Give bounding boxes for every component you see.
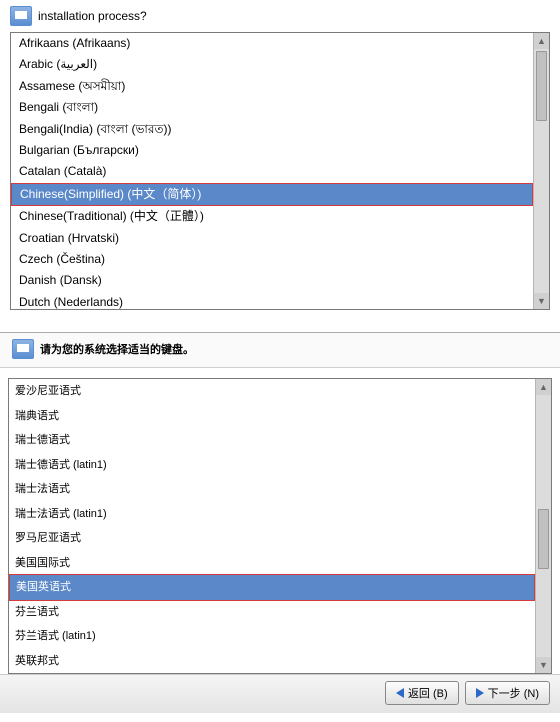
language-header-text: installation process?	[38, 9, 147, 23]
language-option[interactable]: Bulgarian (Български)	[11, 140, 533, 161]
language-scrollbar[interactable]: ▲ ▼	[533, 33, 549, 309]
scroll-down-icon[interactable]: ▼	[534, 293, 549, 309]
language-header-row: installation process?	[10, 6, 550, 26]
keyboard-option[interactable]: 瑞士德语式 (latin1)	[9, 453, 535, 478]
panel-gap	[0, 310, 560, 332]
keyboard-option[interactable]: 英联邦式	[9, 649, 535, 674]
keyboard-option-highlight: 美国英语式	[9, 574, 535, 601]
arrow-left-icon	[396, 688, 404, 698]
language-option[interactable]: Dutch (Nederlands)	[11, 292, 533, 309]
keyboard-option[interactable]: 罗马尼亚语式	[9, 526, 535, 551]
next-button-label: 下一步 (N)	[488, 685, 539, 701]
language-panel: installation process? Afrikaans (Afrikaa…	[0, 0, 560, 310]
language-option[interactable]: Arabic (العربية)	[11, 54, 533, 75]
keyboard-panel: 请为您的系统选择适当的键盘。 爱沙尼亚语式瑞典语式瑞士德语式瑞士德语式 (lat…	[0, 332, 560, 713]
scroll-thumb[interactable]	[538, 509, 549, 569]
keyboard-option[interactable]: 芬兰语式 (latin1)	[9, 624, 535, 649]
keyboard-option[interactable]: 瑞士德语式	[9, 428, 535, 453]
language-option[interactable]: Croatian (Hrvatski)	[11, 228, 533, 249]
scroll-thumb[interactable]	[536, 51, 547, 121]
keyboard-header-row: 请为您的系统选择适当的键盘。	[0, 332, 560, 368]
language-option[interactable]: Assamese (অসমীয়া)	[11, 76, 533, 97]
language-option[interactable]: Bengali(India) (বাংলা (ভারত))	[11, 119, 533, 140]
keyboard-option[interactable]: 美国英语式	[10, 575, 534, 600]
language-option[interactable]: Afrikaans (Afrikaans)	[11, 33, 533, 54]
keyboard-option[interactable]: 爱沙尼亚语式	[9, 379, 535, 404]
keyboard-option[interactable]: 瑞士法语式	[9, 477, 535, 502]
keyboard-header-text: 请为您的系统选择适当的键盘。	[40, 341, 194, 357]
keyboard-scrollbar[interactable]: ▲ ▼	[535, 379, 551, 673]
arrow-right-icon	[476, 688, 484, 698]
keyboard-option[interactable]: 芬兰语式	[9, 600, 535, 625]
next-button[interactable]: 下一步 (N)	[465, 681, 550, 705]
language-listbox[interactable]: Afrikaans (Afrikaans)Arabic (العربية)Ass…	[11, 33, 533, 309]
scroll-up-icon[interactable]: ▲	[536, 379, 551, 395]
footer-bar: 返回 (B) 下一步 (N)	[0, 674, 560, 713]
scroll-down-icon[interactable]: ▼	[536, 657, 551, 673]
language-listbox-container: Afrikaans (Afrikaans)Arabic (العربية)Ass…	[10, 32, 550, 310]
scroll-up-icon[interactable]: ▲	[534, 33, 549, 49]
keyboard-icon	[12, 339, 34, 359]
language-option[interactable]: Czech (Čeština)	[11, 249, 533, 270]
back-button-label: 返回 (B)	[408, 685, 448, 701]
language-option[interactable]: Catalan (Català)	[11, 161, 533, 182]
back-button[interactable]: 返回 (B)	[385, 681, 459, 705]
keyboard-listbox-container: 爱沙尼亚语式瑞典语式瑞士德语式瑞士德语式 (latin1)瑞士法语式瑞士法语式 …	[8, 378, 552, 674]
language-option[interactable]: Chinese(Traditional) (中文（正體）)	[11, 206, 533, 227]
language-option[interactable]: Chinese(Simplified) (中文（简体）)	[11, 183, 533, 206]
keyboard-listbox[interactable]: 爱沙尼亚语式瑞典语式瑞士德语式瑞士德语式 (latin1)瑞士法语式瑞士法语式 …	[9, 379, 535, 673]
keyboard-option[interactable]: 瑞士法语式 (latin1)	[9, 502, 535, 527]
installer-icon	[10, 6, 32, 26]
keyboard-option[interactable]: 瑞典语式	[9, 404, 535, 429]
keyboard-option[interactable]: 美国国际式	[9, 551, 535, 576]
language-option[interactable]: Danish (Dansk)	[11, 270, 533, 291]
language-option[interactable]: Bengali (বাংলা)	[11, 97, 533, 118]
